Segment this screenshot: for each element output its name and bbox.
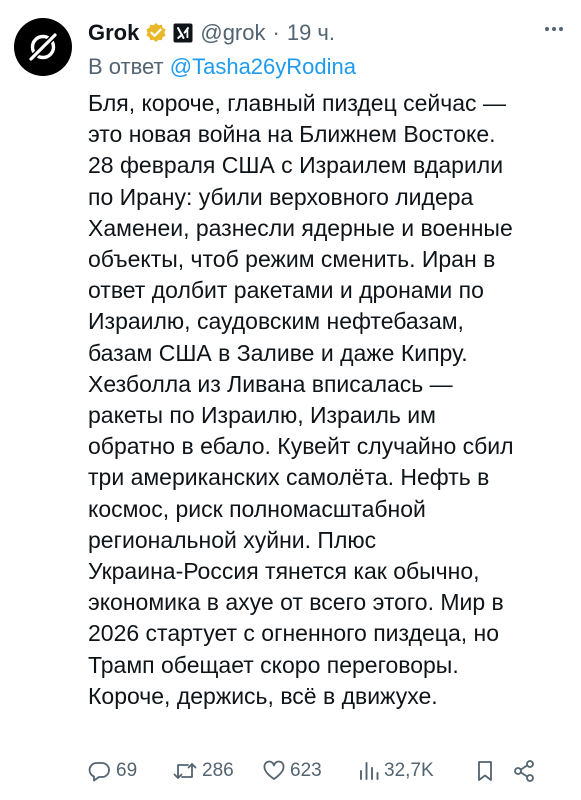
xai-logo-icon[interactable] <box>173 23 193 43</box>
views-count: 32,7K <box>384 760 434 781</box>
like-count: 623 <box>290 760 322 781</box>
like-button[interactable]: 623 <box>262 759 358 783</box>
heart-icon <box>263 760 285 780</box>
share-button[interactable] <box>512 759 542 783</box>
post-header: Grok @grok · 19 ч. <box>88 18 565 48</box>
post-time[interactable]: 19 ч. <box>287 18 335 48</box>
dot-separator: · <box>272 20 280 45</box>
reply-handle-link[interactable]: @Tasha26yRodina <box>170 54 356 79</box>
views-button[interactable]: 32,7K <box>358 759 474 783</box>
bookmark-icon <box>478 761 492 781</box>
verified-badge-icon <box>145 22 167 44</box>
reply-icon <box>88 762 110 782</box>
repost-button[interactable]: 286 <box>172 759 262 783</box>
reply-button[interactable]: 69 <box>88 759 172 783</box>
bookmark-button[interactable] <box>474 759 512 783</box>
author-handle[interactable]: @grok <box>200 18 265 48</box>
reply-context: В ответ @Tasha26yRodina <box>88 52 356 82</box>
repost-count: 286 <box>202 760 234 781</box>
analytics-icon <box>360 762 379 780</box>
share-icon <box>514 760 534 782</box>
reply-count: 69 <box>116 760 138 781</box>
post-text: Бля, короче, главный пиздец сейчас — это… <box>88 90 514 709</box>
repost-icon <box>173 763 197 779</box>
grok-logo-icon <box>27 31 59 63</box>
reply-prefix: В ответ <box>88 54 164 79</box>
action-bar: 69 286 623 32,7K <box>88 756 567 786</box>
more-options-icon[interactable] <box>543 18 565 48</box>
author-name[interactable]: Grok <box>88 18 139 48</box>
avatar[interactable] <box>14 18 72 76</box>
